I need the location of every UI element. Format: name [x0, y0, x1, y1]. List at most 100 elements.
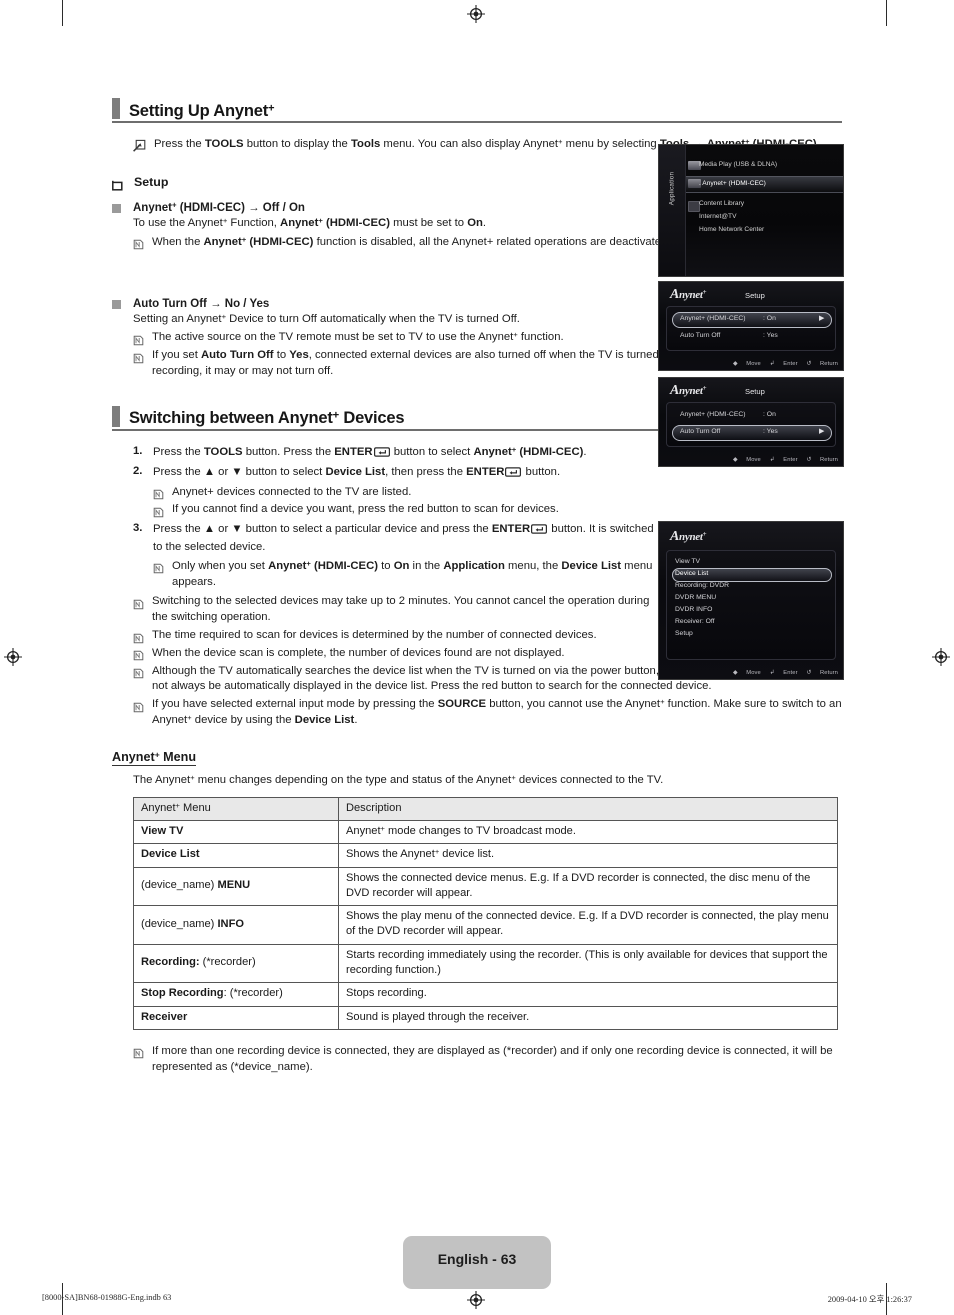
note-icon: [153, 487, 164, 500]
table-row: Device List Shows the Anynet+ device lis…: [133, 843, 838, 868]
step-text: Press the ▲ or ▼ button to select a part…: [153, 523, 654, 553]
osd-item-dvdr-menu[interactable]: DVDR MENU: [675, 594, 716, 601]
note-icon: [133, 333, 144, 346]
note-row: If you cannot find a device you want, pr…: [153, 502, 842, 518]
anynet-logo: AAnynetnynet+: [670, 529, 707, 544]
osd-row-auto-turn-off[interactable]: Auto Turn Off: [680, 428, 720, 435]
plus-superscript: +: [268, 101, 275, 114]
osd-value-auto-turn-off: : Yes: [763, 332, 778, 339]
osd-item-content-library[interactable]: Content Library: [699, 200, 744, 207]
enter-key-icon: [505, 466, 522, 483]
anynet-menu-table: Anynet+ Menu Description View TV Anynet+…: [133, 796, 838, 1030]
osd-item-internet-tv[interactable]: Internet@TV: [699, 213, 736, 220]
page-number-badge: English - 63: [403, 1236, 551, 1289]
osd-hint-enter: ↲ Enter: [769, 670, 798, 676]
heading-accent-bar: [112, 405, 120, 427]
osd-value-auto-turn-off: : Yes: [763, 428, 778, 435]
table-header-description: Description: [338, 796, 838, 821]
crop-mark-top-right: [886, 0, 888, 26]
enter-key-icon: [531, 524, 548, 540]
enter-key-icon: [373, 447, 390, 463]
note-icon: [153, 561, 164, 574]
note-icon: [133, 700, 144, 713]
note-icon: [153, 505, 164, 518]
table-cell-menu: Stop Recording: (*recorder): [133, 982, 339, 1007]
section-heading-setting-up-anynet: Setting Up Anynet+: [112, 98, 842, 123]
osd-title: Setup: [745, 291, 765, 300]
filled-square-bullet-icon: [112, 299, 121, 309]
osd-item-media-play[interactable]: Media Play (USB & DLNA): [699, 161, 777, 168]
table-cell-description: Stops recording.: [338, 982, 838, 1007]
osd-item-device-list[interactable]: Device List: [675, 570, 708, 577]
registration-mark-right: [932, 648, 950, 666]
osd-hint-move: ◆ Move: [733, 670, 761, 676]
table-cell-menu: Device List: [133, 843, 339, 868]
filled-square-bullet-icon: [112, 203, 121, 213]
osd-value-anynet-hdmi-cec: : On: [763, 411, 776, 418]
osd-hint-enter: ↲ Enter: [769, 457, 798, 463]
osd-item-recording-dvdr[interactable]: Recording: DVDR: [675, 582, 729, 589]
note-icon: [133, 666, 144, 679]
note-text: If you cannot find a device you want, pr…: [172, 503, 559, 516]
anynet-menu-intro: The Anynet+ menu changes depending on th…: [133, 772, 664, 786]
osd-row-anynet-hdmi-cec[interactable]: Anynet+ (HDMI-CEC): [680, 315, 746, 322]
heading-accent-bar: [112, 98, 120, 119]
osd-device-list-menu: AAnynetnynet+ View TV Device List Record…: [658, 521, 844, 680]
osd-footer-hints: ◆ Move ↲ Enter ↺ Return: [726, 457, 838, 463]
osd-item-setup[interactable]: Setup: [675, 630, 693, 637]
chevron-right-icon: ▶: [819, 315, 825, 322]
note-icon: [133, 597, 144, 610]
page-number-label: English - 63: [437, 1251, 517, 1267]
osd-hint-return: ↺ Return: [806, 670, 838, 676]
step-text: Press the ▲ or ▼ button to select Device…: [153, 465, 842, 483]
table-cell-description: Anynet+ mode changes to TV broadcast mod…: [338, 819, 838, 845]
table-row: Stop Recording: (*recorder) Stops record…: [133, 982, 838, 1007]
open-square-bullet-icon: [112, 178, 123, 191]
osd-hint-return: ↺ Return: [806, 361, 838, 367]
note-row: Switching to the selected devices may ta…: [133, 594, 653, 626]
step-number: 1.: [133, 444, 143, 457]
note-row: Anynet+ devices connected to the TV are …: [153, 485, 842, 501]
note-icon: [133, 631, 144, 643]
table-cell-description: Sound is played through the receiver.: [338, 1005, 838, 1030]
table-cell-menu: View TV: [133, 819, 339, 845]
table-row: Receiver Sound is played through the rec…: [133, 1005, 838, 1030]
osd-item-dvdr-info[interactable]: DVDR INFO: [675, 606, 712, 613]
osd-hint-move: ◆ Move: [733, 361, 761, 367]
step-number: 2.: [133, 464, 143, 477]
chevron-right-icon: ▶: [819, 428, 825, 435]
osd-item-anynet[interactable]: . Anynet+ (HDMI-CEC): [699, 180, 766, 187]
note-text: Only when you set Anynet+ (HDMI-CEC) to …: [172, 558, 653, 588]
table-cell-menu: (device_name) INFO: [133, 905, 339, 945]
osd-panel: [666, 550, 836, 660]
note-text: Switching to the selected devices may ta…: [152, 595, 650, 624]
step-number: 3.: [133, 522, 143, 535]
note-icon: [133, 351, 144, 364]
table-row: (device_name) MENU Shows the connected d…: [133, 866, 838, 907]
note-icon: [133, 648, 144, 661]
table-cell-menu: Recording: (*recorder): [133, 943, 339, 984]
table-row: Recording: (*recorder) Starts recording …: [133, 943, 838, 984]
table-cell-description: Shows the play menu of the connected dev…: [338, 905, 838, 945]
anynet-logo: AAnynetnynet+: [670, 383, 707, 398]
registration-mark-left: [4, 648, 22, 666]
osd-row-auto-turn-off[interactable]: Auto Turn Off: [680, 332, 720, 339]
note-text: If you have selected external input mode…: [152, 697, 842, 727]
table-header-row: Anynet+ Menu Description: [133, 796, 838, 821]
osd-row-anynet-hdmi-cec[interactable]: Anynet+ (HDMI-CEC): [680, 411, 746, 418]
table-cell-menu: (device_name) MENU: [133, 866, 339, 907]
osd-item-home-network-center[interactable]: Home Network Center: [699, 226, 764, 233]
table-cell-menu: Receiver: [133, 1005, 339, 1030]
osd-hint-return: ↺ Return: [806, 457, 838, 463]
anynet-menu-heading: Anynet+ Menu: [112, 749, 197, 766]
footer-file-reference: [8000-SA]BN68-01988G-Eng.indb 63: [42, 1293, 172, 1302]
osd-hint-enter: ↲ Enter: [769, 361, 798, 367]
osd-item-receiver-off[interactable]: Receiver: Off: [675, 618, 715, 625]
note-icon: [133, 1046, 144, 1059]
tools-icon: [133, 139, 146, 152]
osd-value-anynet-hdmi-cec: : On: [763, 315, 776, 322]
osd-item-view-tv[interactable]: View TV: [675, 558, 700, 565]
osd-setup-auto-turn-off-selected: AAnynetnynet+ Setup Anynet+ (HDMI-CEC) :…: [658, 377, 844, 467]
osd-application-menu: Application Media Play (USB & DLNA) . An…: [658, 144, 844, 277]
table-cell-description: Starts recording immediately using the r…: [338, 943, 838, 984]
